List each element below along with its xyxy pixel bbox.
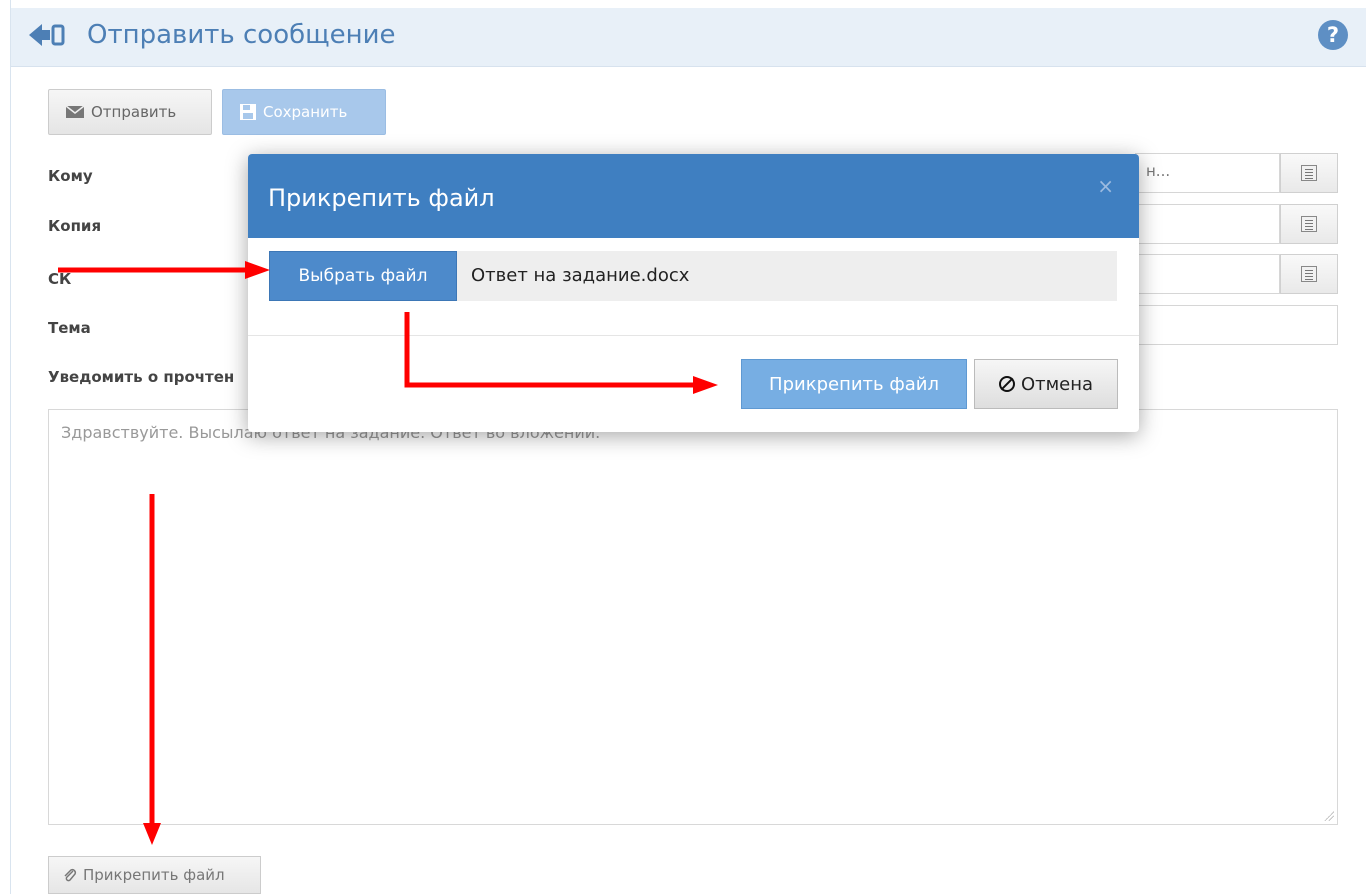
cc-addressbook-button[interactable]	[1280, 204, 1338, 244]
envelope-icon	[65, 105, 85, 118]
arrow-to-choose-file	[58, 261, 270, 279]
choose-file-button[interactable]: Выбрать файл	[269, 251, 457, 301]
resize-grip-icon[interactable]	[1324, 811, 1334, 821]
list-icon	[1301, 165, 1317, 181]
selected-file-name: Ответ на задание.docx	[471, 265, 690, 286]
file-picker: Выбрать файл Ответ на задание.docx	[269, 251, 1117, 301]
message-body[interactable]: Здравствуйте. Высылаю ответ на задание. …	[48, 409, 1338, 825]
attach-file-label: Прикрепить файл	[83, 866, 225, 884]
attach-file-dialog: Прикрепить файл × Выбрать файл Ответ на …	[248, 154, 1139, 432]
list-icon	[1301, 216, 1317, 232]
left-border	[0, 0, 11, 894]
attach-file-button[interactable]: Прикрепить файл	[48, 856, 261, 894]
close-icon[interactable]: ×	[1097, 174, 1114, 198]
dialog-divider	[248, 335, 1139, 336]
cc-field[interactable]	[1135, 204, 1280, 244]
bcc-addressbook-button[interactable]	[1280, 254, 1338, 294]
to-field[interactable]: н...	[1135, 153, 1280, 193]
dialog-header: Прикрепить файл ×	[248, 154, 1139, 238]
save-button-label: Сохранить	[263, 103, 348, 121]
subject-label: Тема	[48, 319, 91, 337]
help-icon[interactable]: ?	[1318, 20, 1348, 50]
bcc-field[interactable]	[1135, 254, 1280, 294]
bcc-label: СК	[48, 270, 72, 288]
floppy-icon	[240, 104, 256, 120]
send-button-label: Отправить	[91, 103, 177, 121]
dialog-attach-button[interactable]: Прикрепить файл	[741, 359, 967, 409]
subject-input[interactable]	[1135, 305, 1338, 345]
save-button[interactable]: Сохранить	[222, 89, 386, 135]
send-button[interactable]: Отправить	[48, 89, 212, 135]
notify-label: Уведомить о прочтен	[48, 368, 235, 386]
page-header: Отправить сообщение ?	[11, 8, 1366, 67]
list-icon	[1301, 266, 1317, 282]
to-label: Кому	[48, 167, 93, 185]
dialog-cancel-button[interactable]: Отмена	[974, 359, 1118, 409]
paperclip-icon	[64, 868, 77, 882]
to-addressbook-button[interactable]	[1280, 153, 1338, 193]
back-arrow-icon[interactable]	[29, 24, 67, 46]
cc-label: Копия	[48, 217, 102, 235]
page-title: Отправить сообщение	[87, 20, 396, 50]
dialog-title: Прикрепить файл	[268, 184, 495, 212]
dialog-cancel-label: Отмена	[1020, 373, 1094, 395]
ban-icon	[998, 376, 1015, 392]
